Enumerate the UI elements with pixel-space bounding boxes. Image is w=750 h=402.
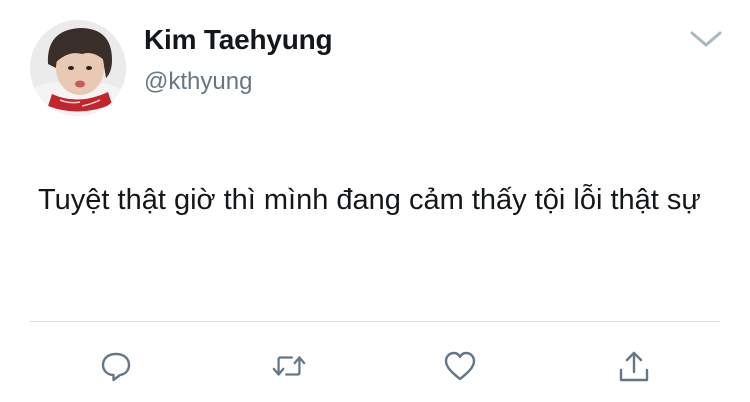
like-button[interactable] (442, 348, 478, 384)
share-button[interactable] (616, 348, 652, 384)
retweet-icon (272, 356, 306, 376)
reply-button[interactable] (98, 348, 134, 384)
user-handle[interactable]: @kthyung (144, 68, 252, 96)
heart-icon (444, 351, 476, 381)
retweet-button[interactable] (271, 348, 307, 384)
avatar[interactable] (30, 20, 126, 116)
divider (30, 321, 720, 322)
reply-icon (101, 352, 131, 382)
tweet-text: Tuyệt thật giờ thì mình đang cảm thấy tộ… (38, 184, 701, 216)
share-icon (619, 351, 649, 382)
profile-photo (30, 20, 126, 116)
chevron-down-icon[interactable] (688, 26, 724, 50)
display-name[interactable]: Kim Taehyung (144, 24, 333, 56)
tweet-card: Kim Taehyung @kthyung Tuyệt thật giờ thì… (0, 0, 750, 402)
